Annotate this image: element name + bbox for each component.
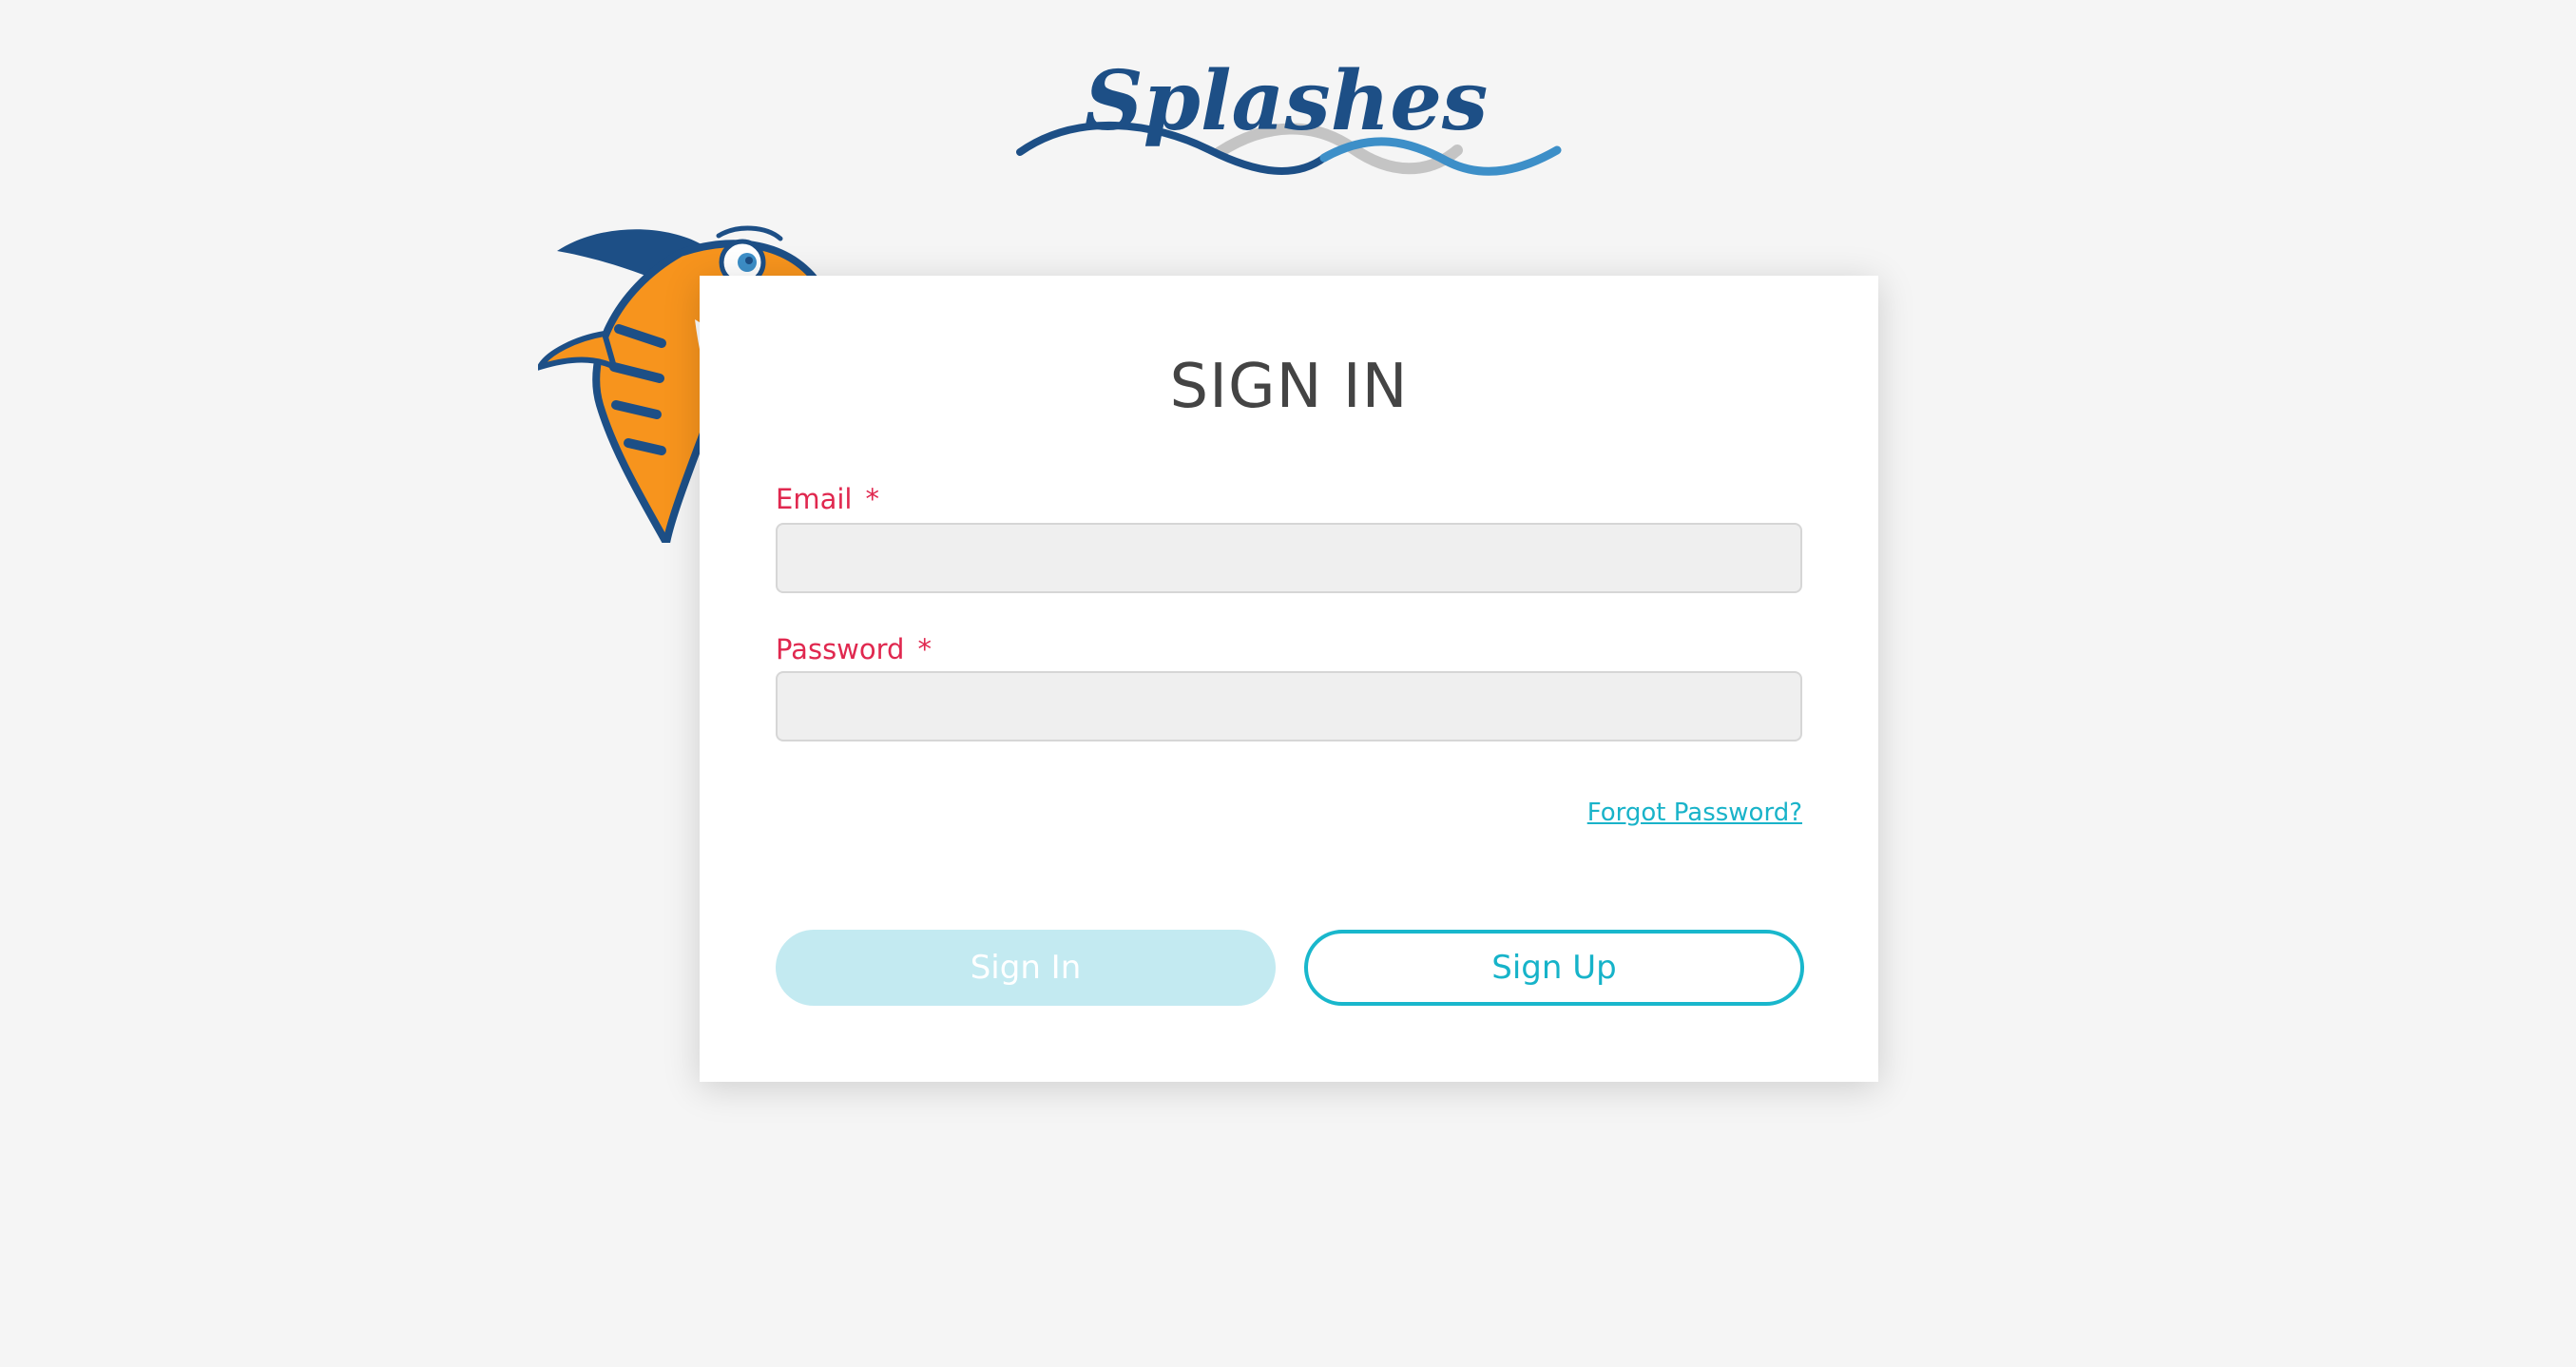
email-label: Email * [776, 483, 879, 515]
forgot-password-link[interactable]: Forgot Password? [1587, 799, 1802, 827]
svg-text:Splashes: Splashes [1085, 53, 1489, 149]
sign-up-button[interactable]: Sign Up [1304, 930, 1804, 1006]
sign-in-card: SIGN IN Email * Password * Forgot Password… [700, 276, 1878, 1082]
sign-in-button[interactable]: Sign In [776, 930, 1276, 1006]
password-required-marker: * [917, 633, 932, 665]
email-required-marker: * [865, 483, 879, 515]
email-input[interactable] [776, 523, 1802, 593]
password-label: Password * [776, 633, 932, 665]
page-title: SIGN IN [1169, 352, 1409, 422]
email-label-text: Email [776, 483, 853, 515]
password-label-text: Password [776, 633, 905, 665]
sign-in-page: Splashes SIGN IN Email * Password * Forg… [0, 0, 2576, 1367]
splashes-logo: Splashes [1010, 46, 1564, 188]
password-input[interactable] [776, 671, 1802, 741]
